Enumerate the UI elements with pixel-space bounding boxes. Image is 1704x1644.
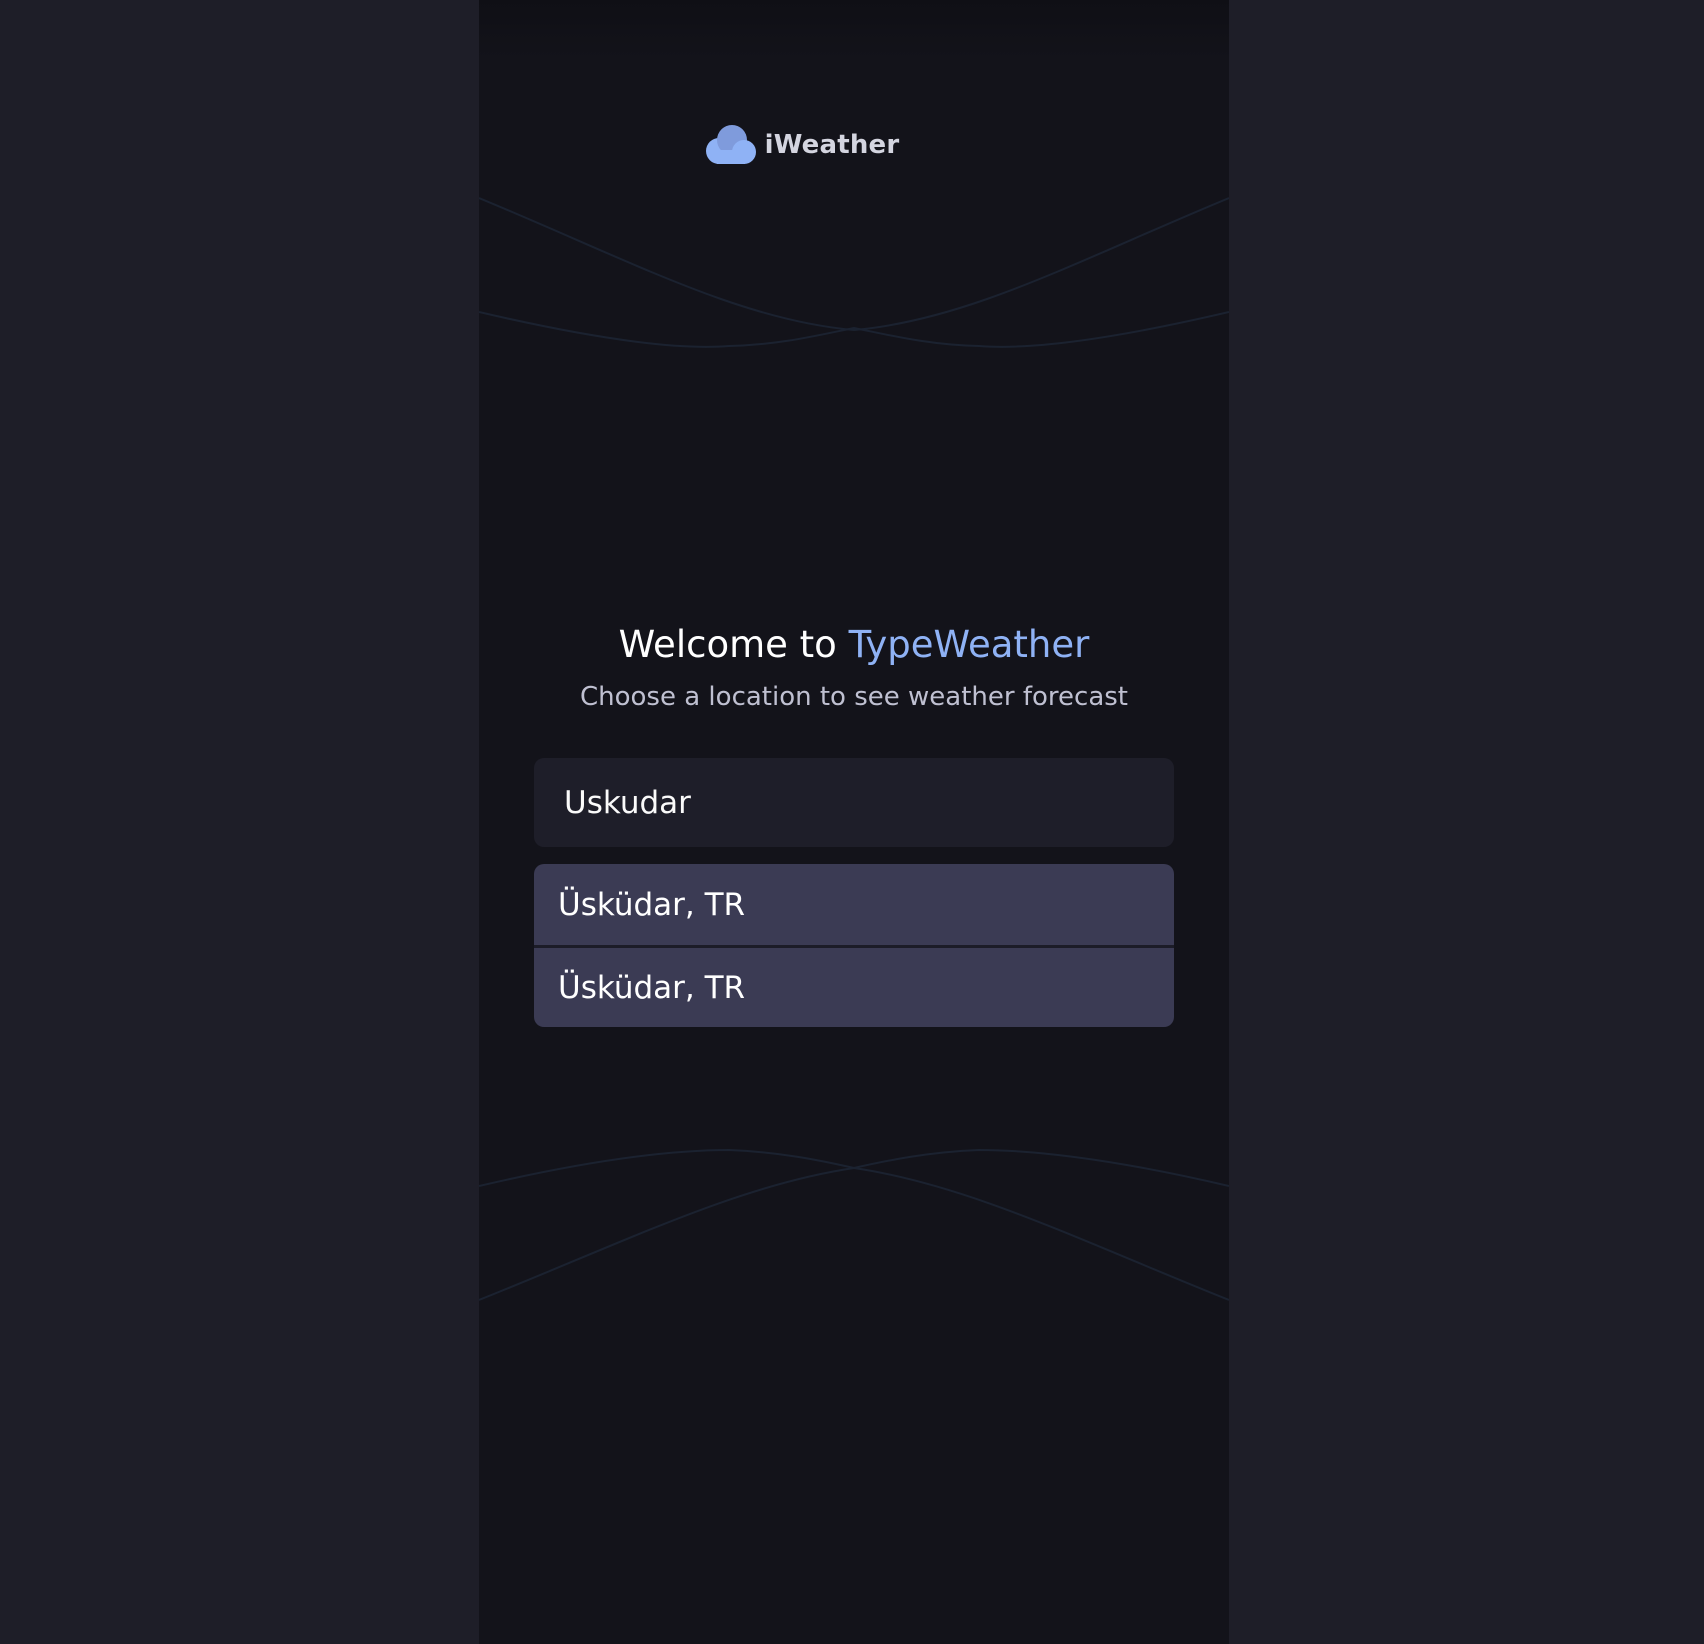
suggestion-item[interactable]: Üsküdar, TR <box>534 945 1174 1027</box>
welcome-prefix: Welcome to <box>618 623 849 666</box>
suggestion-item[interactable]: Üsküdar, TR <box>534 864 1174 945</box>
brand-name: iWeather <box>764 130 900 160</box>
app-name: TypeWeather <box>848 623 1090 666</box>
app-panel: iWeather Welcome to TypeWeather Choose a… <box>479 0 1229 1644</box>
welcome-subtitle: Choose a location to see weather forecas… <box>579 682 1128 712</box>
location-search-input[interactable] <box>534 758 1174 847</box>
brand-header: iWeather <box>479 122 1229 168</box>
brand-logo: iWeather <box>705 125 900 165</box>
suggestions-list: Üsküdar, TR Üsküdar, TR <box>534 864 1174 1027</box>
welcome-title: Welcome to TypeWeather <box>479 620 1229 670</box>
cloud-icon <box>705 125 756 164</box>
